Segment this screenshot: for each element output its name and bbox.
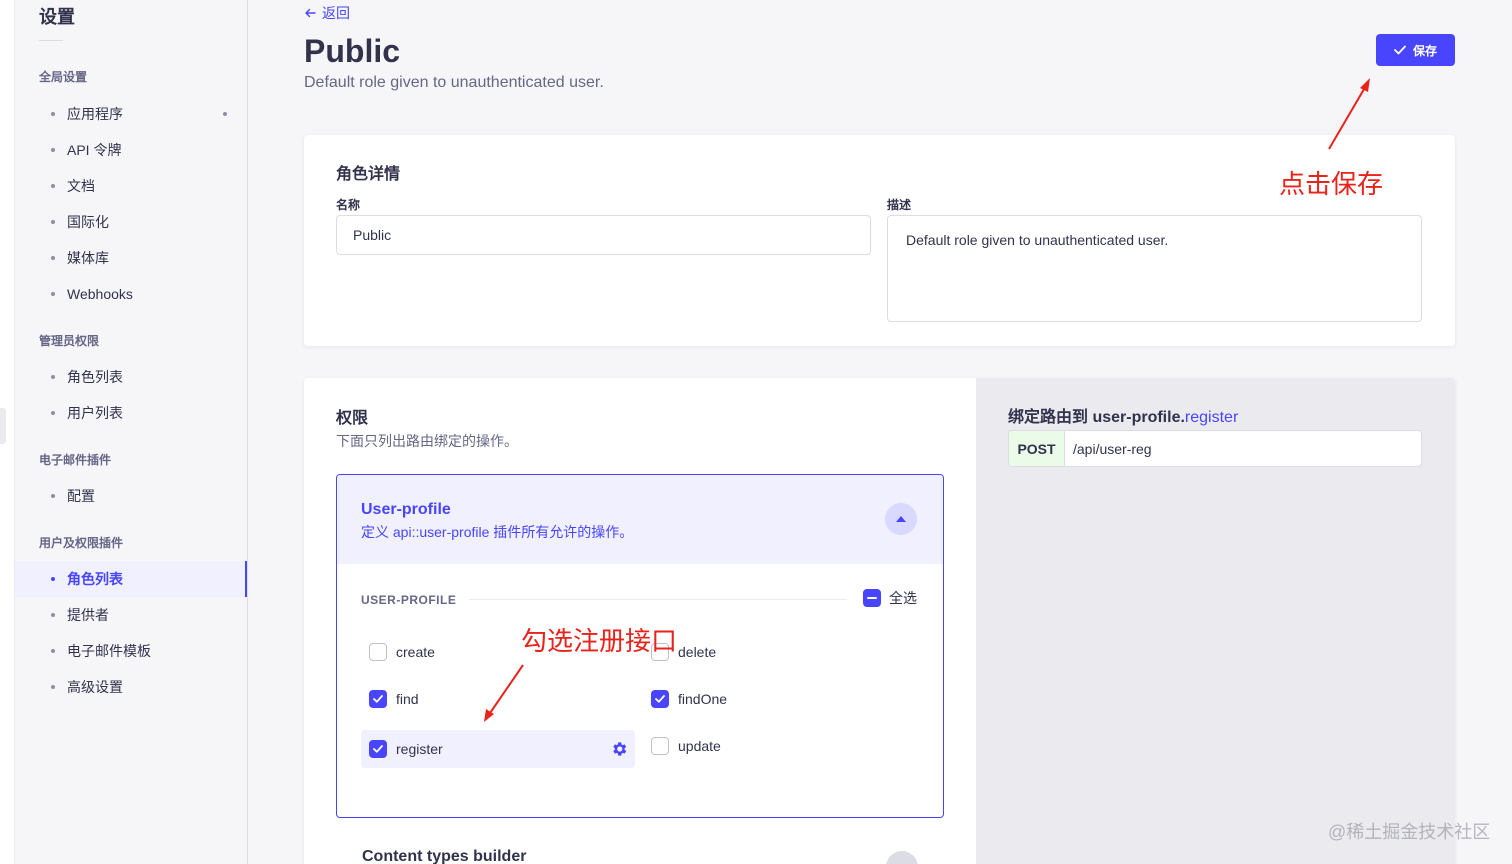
sidebar-item-up-roles[interactable]: 角色列表	[15, 561, 247, 597]
sidebar-item-advanced-settings[interactable]: 高级设置	[15, 669, 247, 705]
permission-findone[interactable]: findOne	[651, 690, 727, 708]
checkbox-unchecked-icon	[651, 737, 669, 755]
accordion-toggle[interactable]	[885, 503, 917, 535]
sidebar-item-application[interactable]: 应用程序	[15, 96, 247, 132]
bullet-icon	[51, 148, 55, 152]
caret-up-icon	[896, 516, 906, 522]
bullet-icon	[51, 112, 55, 116]
watermark: @稀土掘金技术社区	[1328, 822, 1491, 842]
content-types-builder-accordion-title[interactable]: Content types builder	[362, 848, 526, 864]
permissions-card: 权限 下面只列出路由绑定的操作。 User-profile 定义 api::us…	[304, 378, 1455, 864]
sidebar-item-providers[interactable]: 提供者	[15, 597, 247, 633]
sidebar-item-api-tokens[interactable]: API 令牌	[15, 132, 247, 168]
bullet-icon	[51, 375, 55, 379]
page-title: Public	[304, 33, 401, 69]
sidebar-item-media-library[interactable]: 媒体库	[15, 240, 247, 276]
sidebar-title: 设置	[39, 7, 75, 27]
bullet-icon	[51, 411, 55, 415]
bullet-icon	[51, 649, 55, 653]
accordion-title: User-profile	[361, 501, 451, 518]
notification-dot-icon	[223, 112, 227, 116]
action-group-label: USER-PROFILE	[361, 593, 457, 607]
http-method-badge: POST	[1009, 431, 1065, 466]
app-nav-strip	[0, 0, 15, 864]
sidebar-item-webhooks[interactable]: Webhooks	[15, 276, 247, 312]
bullet-icon	[51, 184, 55, 188]
annotation-register-hint: 勾选注册接口	[521, 627, 678, 657]
bullet-icon	[51, 613, 55, 617]
select-all-checkbox[interactable]: 全选	[863, 588, 917, 608]
back-link[interactable]: 返回	[304, 3, 350, 23]
save-button[interactable]: 保存	[1376, 34, 1455, 66]
checkbox-checked-icon	[369, 740, 387, 758]
sidebar-item-email-config[interactable]: 配置	[15, 478, 247, 514]
bound-route-panel: 绑定路由到 user-profile.register POST /api/us…	[976, 378, 1455, 864]
settings-sidebar: 设置 全局设置 应用程序 API 令牌 文档 国际化 媒体库 Webhooks …	[15, 0, 248, 864]
description-textarea[interactable]: Default role given to unauthenticated us…	[887, 215, 1422, 322]
sidebar-item-users[interactable]: 用户列表	[15, 395, 247, 431]
bullet-icon	[51, 292, 55, 296]
permissions-subtitle: 下面只列出路由绑定的操作。	[336, 433, 518, 449]
permission-register[interactable]: register	[361, 730, 635, 768]
accordion-header[interactable]: User-profile 定义 api::user-profile 插件所有允许…	[337, 475, 943, 564]
accordion-description: 定义 api::user-profile 插件所有允许的操作。	[361, 524, 634, 540]
check-icon	[1394, 45, 1406, 55]
route-display: POST /api/user-reg	[1008, 430, 1422, 467]
accordion-toggle-collapsed[interactable]	[886, 851, 918, 864]
role-details-heading: 角色详情	[336, 166, 401, 183]
sidebar-item-i18n[interactable]: 国际化	[15, 204, 247, 240]
bullet-icon	[51, 256, 55, 260]
permission-create[interactable]: create	[369, 643, 435, 661]
permission-update[interactable]: update	[651, 737, 721, 755]
sidebar-item-admin-roles[interactable]: 角色列表	[15, 359, 247, 395]
bullet-icon	[51, 494, 55, 498]
gear-icon[interactable]	[610, 740, 628, 758]
checkbox-unchecked-icon	[369, 643, 387, 661]
section-label-users-permissions-plugin: 用户及权限插件	[39, 536, 124, 550]
bullet-icon	[51, 685, 55, 689]
bullet-icon	[51, 577, 55, 581]
sidebar-title-divider	[39, 40, 63, 41]
arrow-left-icon	[305, 8, 316, 18]
nav-strip-marker	[0, 408, 6, 444]
annotation-save-hint: 点击保存	[1279, 170, 1384, 200]
section-label-admin-permissions: 管理员权限	[39, 334, 100, 348]
section-label-email-plugin: 电子邮件插件	[39, 453, 112, 467]
bound-route-title: 绑定路由到 user-profile.register	[1008, 409, 1239, 426]
page-subtitle: Default role given to unauthenticated us…	[304, 74, 604, 91]
name-input[interactable]: Public	[336, 215, 871, 255]
permission-find[interactable]: find	[369, 690, 419, 708]
description-field-label: 描述	[887, 198, 912, 212]
bullet-icon	[51, 220, 55, 224]
group-divider	[469, 599, 847, 600]
name-field-label: 名称	[336, 198, 361, 212]
route-path: /api/user-reg	[1073, 440, 1152, 457]
checkbox-checked-icon	[369, 690, 387, 708]
indeterminate-checkbox-icon	[863, 589, 881, 607]
section-label-global: 全局设置	[39, 70, 88, 84]
sidebar-item-documentation[interactable]: 文档	[15, 168, 247, 204]
sidebar-item-email-templates[interactable]: 电子邮件模板	[15, 633, 247, 669]
permissions-heading: 权限	[336, 410, 369, 427]
checkbox-checked-icon	[651, 690, 669, 708]
